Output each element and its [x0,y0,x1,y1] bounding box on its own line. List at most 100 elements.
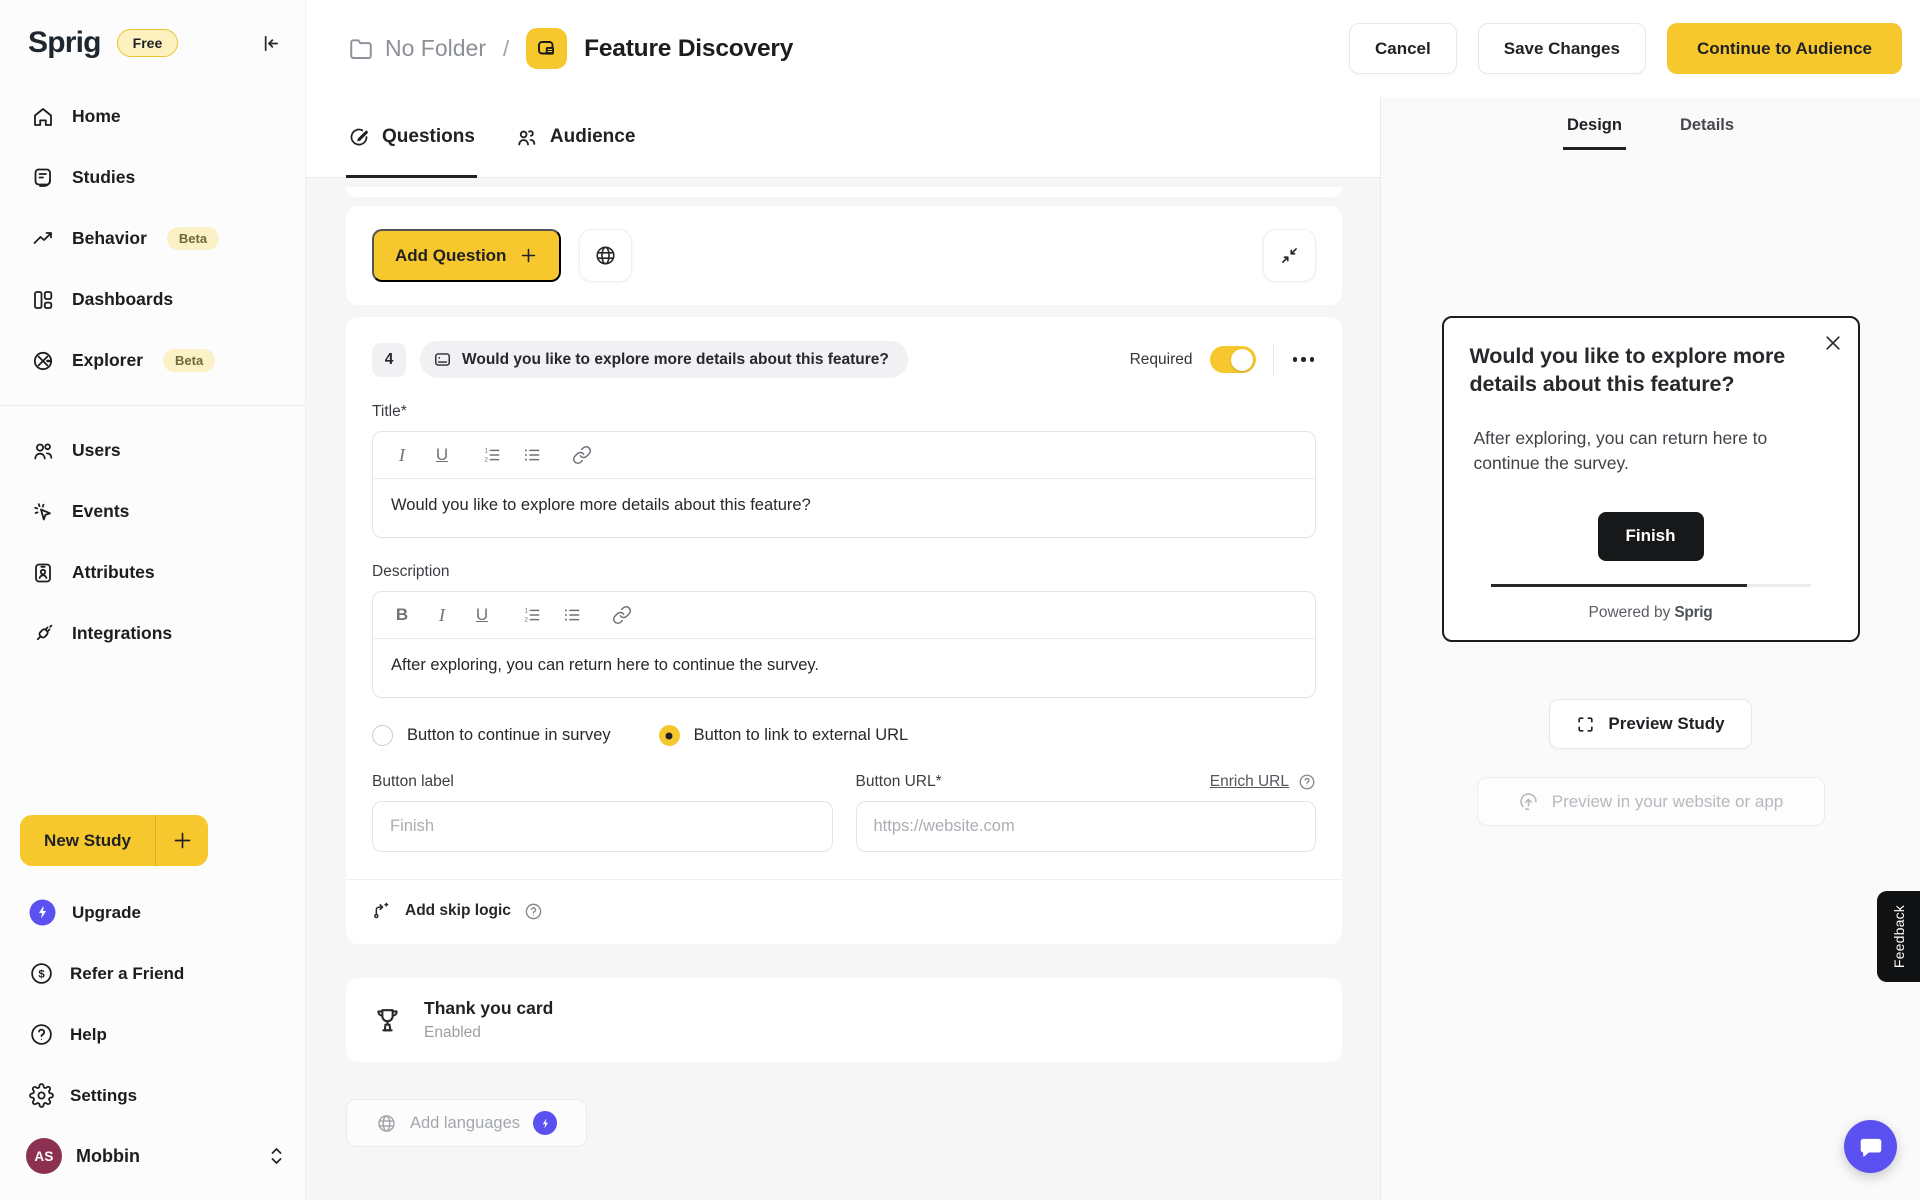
breadcrumb-folder[interactable]: No Folder [348,35,486,62]
builder-column: Questions Audience Add Question [306,97,1380,1200]
preview-in-site-button[interactable]: Preview in your website or app [1477,777,1825,826]
question-menu-button[interactable] [1291,351,1317,368]
italic-icon[interactable]: I [431,604,453,626]
home-icon [31,105,55,129]
sidebar-nav-secondary: Users Events Attributes Integrations [0,420,305,664]
thank-you-card[interactable]: Thank you card Enabled [346,978,1342,1062]
close-icon[interactable] [1823,333,1843,353]
sidebar-item-label: Home [72,106,121,127]
sidebar-item-integrations[interactable]: Integrations [0,603,305,664]
description-input[interactable]: After exploring, you can return here to … [373,639,1315,697]
skip-logic-row: Add skip logic [346,879,1342,944]
ordered-list-icon[interactable]: 12 [521,604,543,626]
sidebar-nav-primary: Home Studies Behavior Beta Dashboards Ex… [0,86,305,391]
sidebar-item-refer[interactable]: $ Refer a Friend [0,943,305,1004]
enrich-url-link[interactable]: Enrich URL [1210,773,1289,791]
help-circle-icon[interactable] [524,902,543,921]
preview-finish-button[interactable]: Finish [1598,512,1704,561]
tab-audience[interactable]: Audience [515,97,636,177]
radio-continue-in-survey[interactable]: Button to continue in survey [372,725,611,746]
button-fields-row: Button label Button URL* Enrich URL [372,773,1316,852]
help-circle-icon[interactable] [1298,773,1316,791]
link-icon[interactable] [611,604,633,626]
premium-bolt-icon [533,1111,557,1135]
sidebar-item-users[interactable]: Users [0,420,305,481]
add-skip-logic-button[interactable]: Add skip logic [372,901,511,921]
question-summary-text: Would you like to explore more details a… [462,351,889,369]
add-question-button[interactable]: Add Question [372,229,561,282]
tab-design[interactable]: Design [1567,116,1622,150]
bullet-list-icon[interactable] [561,604,583,626]
sidebar-item-events[interactable]: Events [0,481,305,542]
body-row: Questions Audience Add Question [306,97,1920,1200]
svg-text:2: 2 [525,617,529,624]
publish-arrow-icon [1518,791,1539,812]
bold-icon[interactable]: B [391,604,413,626]
sidebar-item-settings[interactable]: Settings [0,1065,305,1126]
add-languages-button[interactable]: Add languages [346,1099,587,1147]
tab-details[interactable]: Details [1680,116,1734,150]
powered-by-brand: Sprig [1674,604,1712,621]
chat-icon [1858,1134,1884,1160]
title-input[interactable]: Would you like to explore more details a… [373,479,1315,537]
builder-tabs: Questions Audience [306,97,1380,178]
radio-link-external-url[interactable]: Button to link to external URL [659,725,909,746]
preview-question-text: Would you like to explore more details a… [1470,343,1832,399]
question-number-badge: 4 [372,343,406,377]
translate-globe-button[interactable] [579,229,632,282]
italic-icon[interactable]: I [391,444,413,466]
bullet-list-icon[interactable] [521,444,543,466]
powered-by-text: Powered by [1589,604,1671,621]
sidebar-item-label: Events [72,501,129,522]
feedback-tab[interactable]: Feedback [1877,891,1920,982]
new-study-plus-button[interactable] [156,830,208,851]
tab-label: Questions [382,126,475,148]
continue-to-audience-button[interactable]: Continue to Audience [1667,23,1902,74]
required-toggle[interactable] [1210,346,1256,373]
underline-icon[interactable]: U [431,444,453,466]
studies-icon [31,166,55,190]
new-study-button[interactable]: New Study [20,815,208,866]
collapse-sidebar-icon[interactable] [258,32,281,55]
sidebar-item-home[interactable]: Home [0,86,305,147]
question-summary-pill[interactable]: Would you like to explore more details a… [420,341,908,378]
study-title: Feature Discovery [584,35,793,63]
underline-icon[interactable]: U [471,604,493,626]
sidebar-item-studies[interactable]: Studies [0,147,305,208]
dashboards-icon [31,288,55,312]
chat-widget-button[interactable] [1844,1120,1897,1173]
sidebar-header: Sprig Free [0,0,305,86]
question-toolbar-card: Add Question [346,206,1342,305]
sidebar-item-label: Upgrade [72,903,141,923]
sidebar-item-attributes[interactable]: Attributes [0,542,305,603]
button-label-input[interactable] [372,801,833,852]
collapse-questions-button[interactable] [1263,229,1316,282]
save-changes-button[interactable]: Save Changes [1478,23,1646,74]
sidebar-item-explorer[interactable]: Explorer Beta [0,330,305,391]
svg-text:2: 2 [485,457,489,464]
tab-questions[interactable]: Questions [348,97,475,177]
preview-study-button[interactable]: Preview Study [1549,699,1752,749]
feedback-label: Feedback [1891,905,1907,968]
cancel-button[interactable]: Cancel [1349,23,1457,74]
account-switcher[interactable]: AS Mobbin [0,1126,305,1200]
globe-icon [376,1113,397,1134]
question-header: 4 Would you like to explore more details… [372,341,1316,378]
thank-you-status: Enabled [424,1024,553,1042]
ordered-list-icon[interactable]: 12 [481,444,503,466]
link-icon[interactable] [571,444,593,466]
question-header-actions: Required [1130,345,1316,375]
preview-in-site-label: Preview in your website or app [1552,792,1784,812]
sidebar-item-dashboards[interactable]: Dashboards [0,269,305,330]
sidebar-item-behavior[interactable]: Behavior Beta [0,208,305,269]
avatar: AS [26,1138,62,1174]
sidebar-item-label: Behavior [72,228,147,249]
add-skip-logic-label: Add skip logic [405,902,511,920]
description-editor: B I U 12 After exploring, you can return… [372,591,1316,698]
button-url-input[interactable] [856,801,1317,852]
questions-scroll-area[interactable]: Add Question 4 [306,178,1380,1200]
sidebar-item-upgrade[interactable]: Upgrade [0,882,305,943]
button-mode-options: Button to continue in survey Button to l… [372,725,1316,746]
svg-text:1: 1 [525,608,529,615]
sidebar-item-help[interactable]: Help [0,1004,305,1065]
